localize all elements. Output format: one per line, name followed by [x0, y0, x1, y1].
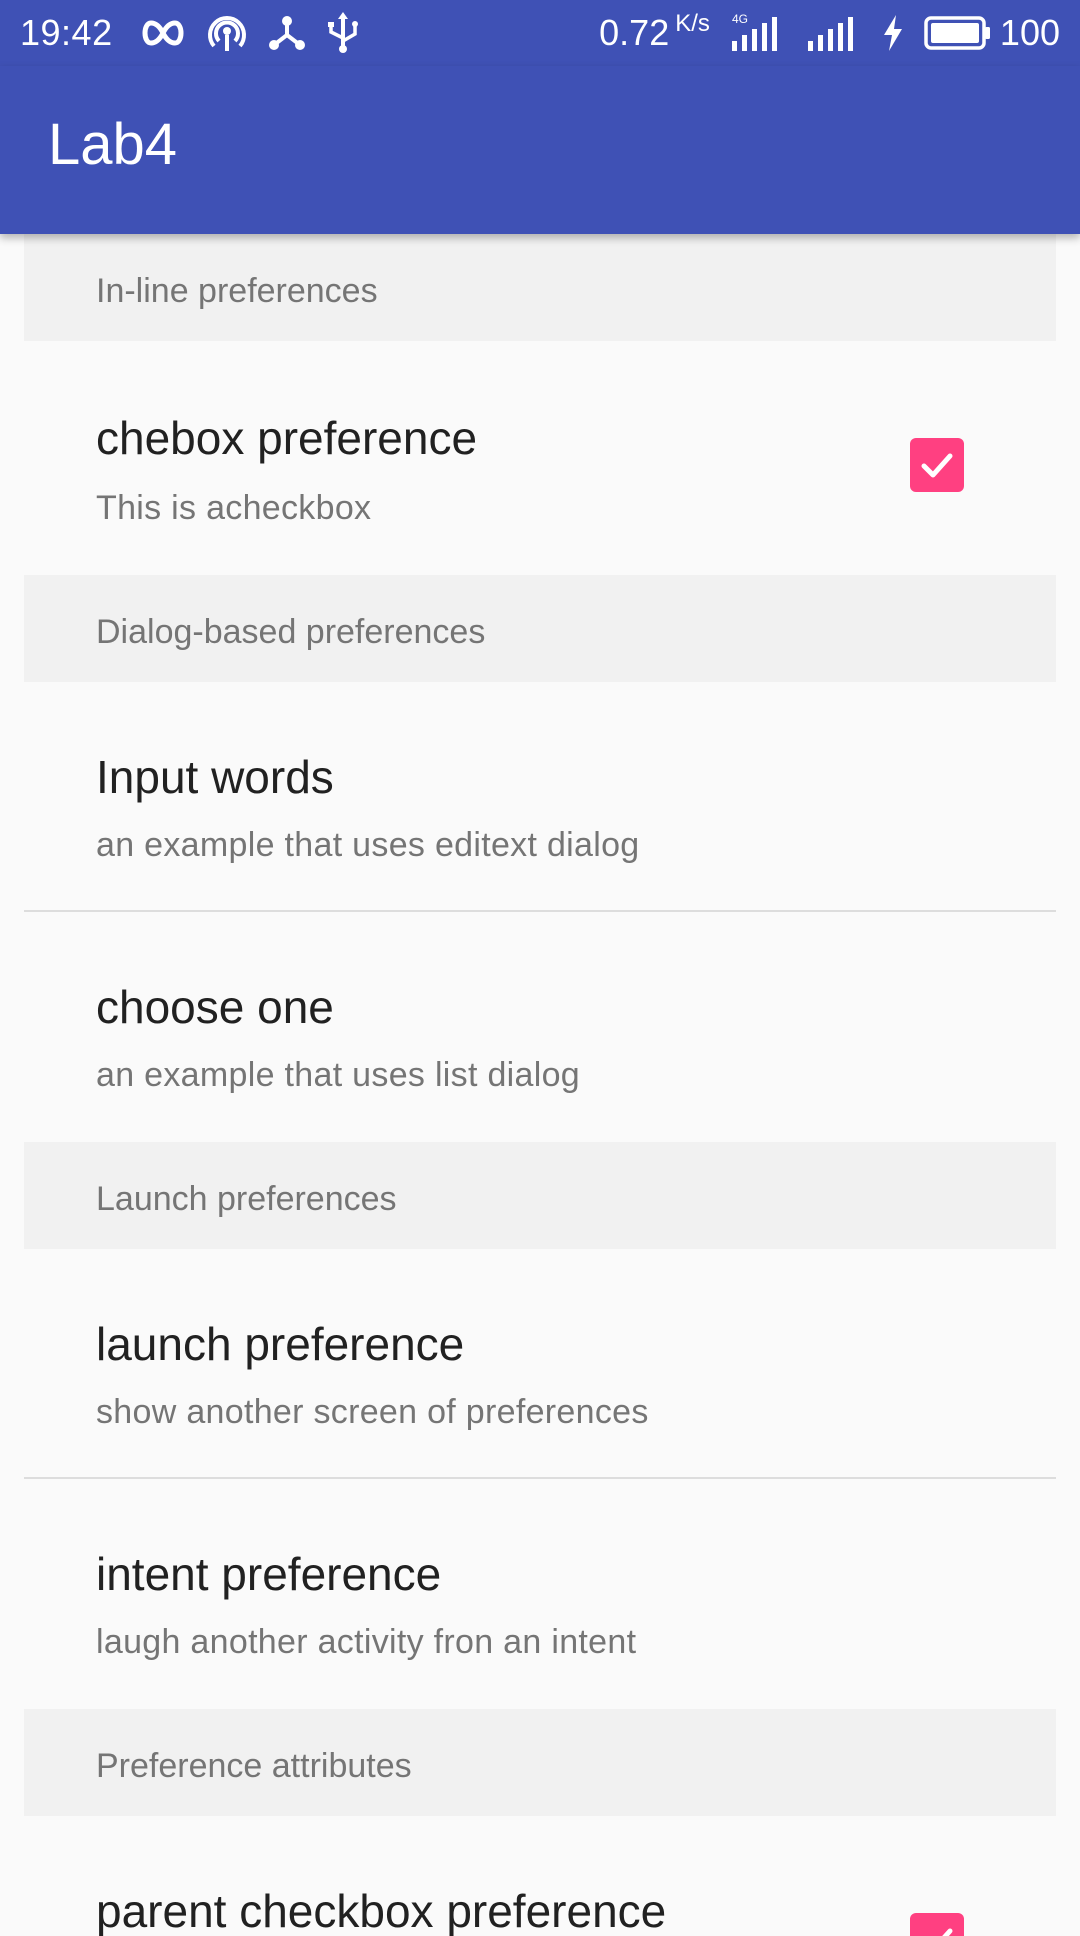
preference-title: parent checkbox preference — [96, 1885, 667, 1936]
category-title: Preference attributes — [96, 1747, 412, 1785]
battery-icon — [924, 16, 992, 50]
battery-percent: 100 — [999, 12, 1060, 53]
category-inline-preferences: In-line preferences — [24, 234, 1056, 341]
app-bar: Lab4 — [0, 66, 1080, 234]
status-time: 19:42 — [20, 12, 113, 53]
intent-preference-item[interactable]: intent preference laugh another activity… — [24, 1479, 1056, 1709]
edit-text-preference-item[interactable]: Input words an example that uses editext… — [24, 682, 1056, 912]
app-title: Lab4 — [48, 112, 178, 177]
list-preference-item[interactable]: choose one an example that uses list dia… — [24, 912, 1056, 1142]
status-bar: 19:42 0.72 K/s 4G 100 — [0, 0, 1080, 66]
status-bar-right: 0.72 K/s 4G 100 — [599, 10, 1060, 54]
infinity-icon — [139, 19, 187, 47]
preference-summary: laugh another activity fron an intent — [96, 1623, 637, 1661]
category-launch-preferences: Launch preferences — [24, 1142, 1056, 1249]
category-title: Launch preferences — [96, 1180, 397, 1218]
preference-title: choose one — [96, 981, 334, 1033]
usb-icon — [327, 12, 359, 54]
preference-summary: an example that uses list dialog — [96, 1056, 580, 1094]
category-title: In-line preferences — [96, 272, 378, 310]
category-preference-attributes: Preference attributes — [24, 1709, 1056, 1816]
preference-list[interactable]: In-line preferences chebox preference Th… — [0, 234, 1080, 1936]
preference-summary: show another screen of preferences — [96, 1393, 649, 1431]
launch-preference-item[interactable]: launch preference show another screen of… — [24, 1249, 1056, 1479]
charging-icon — [882, 15, 904, 51]
network-speed-unit: K/s — [675, 10, 710, 37]
status-bar-left: 19:42 — [20, 12, 379, 54]
preference-summary: an example that uses editext dialog — [96, 826, 640, 864]
preference-title: launch preference — [96, 1318, 465, 1370]
preference-title: intent preference — [96, 1548, 442, 1600]
preference-title: Input words — [96, 751, 334, 803]
checkmark-icon — [942, 1928, 953, 1936]
network-speed-value: 0.72 — [599, 12, 670, 53]
signal-icon — [806, 13, 862, 53]
network-speed: 0.72 K/s — [599, 10, 710, 54]
preference-title: chebox preference — [96, 412, 478, 464]
checkbox-checked[interactable] — [910, 1913, 964, 1936]
category-dialog-based-preferences: Dialog-based preferences — [24, 575, 1056, 682]
checkbox-checked[interactable] — [910, 438, 964, 492]
checkbox-preference-item[interactable]: chebox preference This is acheckbox — [24, 341, 1056, 575]
share-icon — [267, 13, 307, 53]
checkmark-icon — [921, 453, 953, 478]
parent-checkbox-preference-item[interactable]: parent checkbox preference — [24, 1816, 1056, 1936]
network-type-label: 4G — [732, 13, 748, 26]
signal-4g-icon: 4G — [730, 13, 786, 53]
category-title: Dialog-based preferences — [96, 613, 486, 651]
hotspot-icon — [207, 13, 247, 53]
preference-summary: This is acheckbox — [96, 489, 372, 527]
